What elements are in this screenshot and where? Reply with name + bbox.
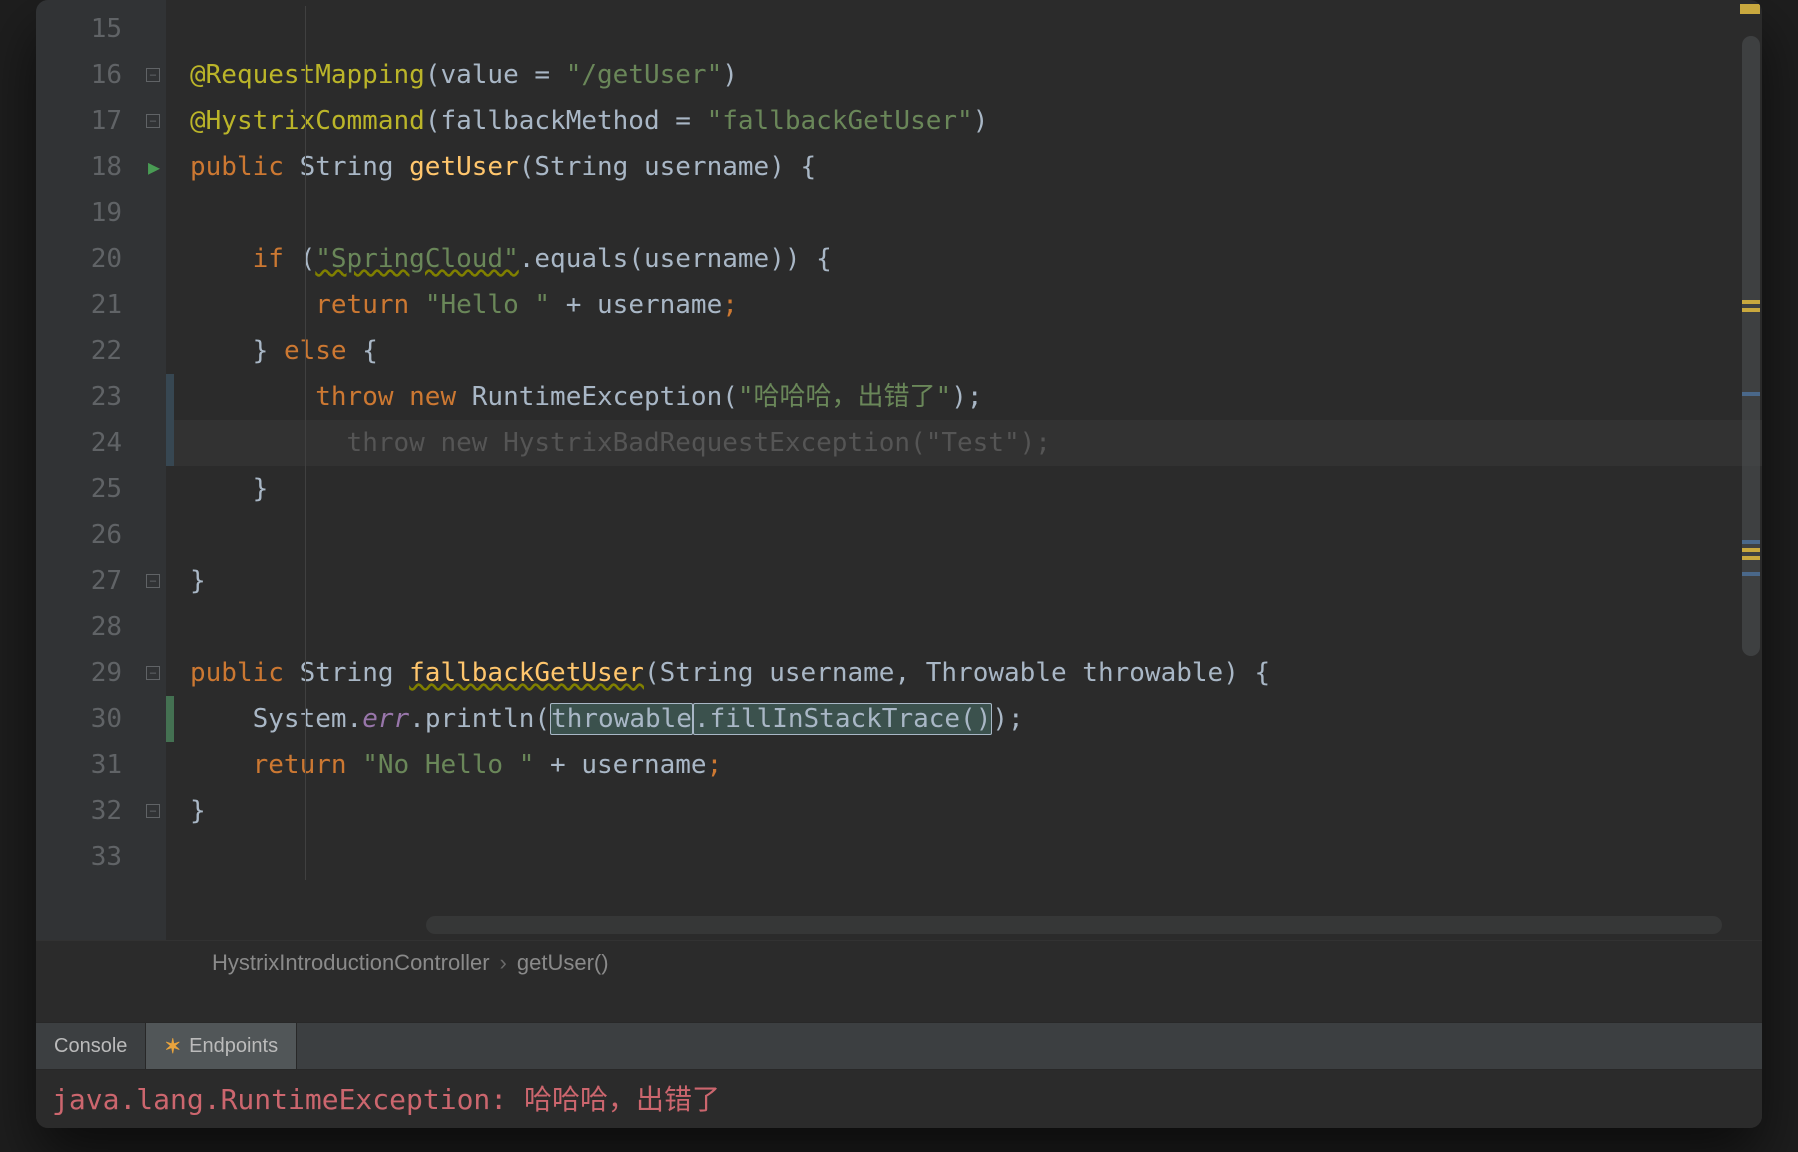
fold-icon[interactable]: − [146, 574, 160, 588]
console-output[interactable]: java.lang.RuntimeException: 哈哈哈，出错了 [36, 1070, 1762, 1128]
code-line[interactable]: if ("SpringCloud".equals(username)) { [166, 236, 1762, 282]
warning-marker[interactable] [1742, 308, 1760, 312]
code-line[interactable] [166, 604, 1762, 650]
line-number[interactable]: 16− [36, 52, 166, 98]
code-editor[interactable]: 15 16− 17− 18▶ 19 20 21 22 23 24 25 26 2… [36, 0, 1762, 940]
code-line[interactable]: return "Hello " + username; [166, 282, 1762, 328]
code-line[interactable] [166, 834, 1762, 880]
ide-window: 15 16− 17− 18▶ 19 20 21 22 23 24 25 26 2… [36, 0, 1762, 1128]
line-number[interactable]: 25 [36, 466, 166, 512]
code-line[interactable]: public String getUser(String username) { [166, 144, 1762, 190]
gutter: 15 16− 17− 18▶ 19 20 21 22 23 24 25 26 2… [36, 0, 166, 940]
line-number[interactable]: 30 [36, 696, 166, 742]
line-number[interactable]: 33 [36, 834, 166, 880]
code-area[interactable]: @RequestMapping(value = "/getUser") @Hys… [166, 0, 1762, 940]
line-number[interactable]: 28 [36, 604, 166, 650]
code-line[interactable]: @RequestMapping(value = "/getUser") [166, 52, 1762, 98]
run-gutter-icon[interactable]: ▶ [148, 144, 160, 190]
change-marker [166, 420, 174, 466]
breadcrumb-item[interactable]: HystrixIntroductionController [212, 950, 490, 976]
error-stripe[interactable] [1738, 0, 1762, 940]
change-marker [166, 696, 174, 742]
line-number[interactable]: 29− [36, 650, 166, 696]
line-number[interactable]: 32− [36, 788, 166, 834]
line-number[interactable]: 31 [36, 742, 166, 788]
code-line[interactable]: System.err.println(throwable.fillInStack… [166, 696, 1762, 742]
breadcrumb[interactable]: HystrixIntroductionController › getUser(… [36, 940, 1762, 984]
breadcrumb-item[interactable]: getUser() [517, 950, 609, 976]
horizontal-scrollbar[interactable] [426, 916, 1722, 934]
panel-gap [36, 984, 1762, 1022]
code-line[interactable] [166, 512, 1762, 558]
code-line[interactable]: } [166, 788, 1762, 834]
line-number[interactable]: 19 [36, 190, 166, 236]
chevron-right-icon: › [500, 950, 507, 976]
fold-icon[interactable]: − [146, 114, 160, 128]
code-line-current[interactable]: throw new HystrixBadRequestException("Te… [166, 420, 1762, 466]
code-line[interactable]: } [166, 466, 1762, 512]
code-line[interactable]: } else { [166, 328, 1762, 374]
code-line[interactable]: } [166, 558, 1762, 604]
code-line[interactable]: throw new RuntimeException("哈哈哈，出错了"); [166, 374, 1762, 420]
fold-icon[interactable]: − [146, 666, 160, 680]
code-line[interactable]: public String fallbackGetUser(String use… [166, 650, 1762, 696]
endpoints-icon: ✶ [164, 1034, 181, 1059]
line-number[interactable]: 26 [36, 512, 166, 558]
edit-marker[interactable] [1742, 540, 1760, 544]
warning-marker[interactable] [1742, 548, 1760, 552]
line-number[interactable]: 23 [36, 374, 166, 420]
line-number[interactable]: 24 [36, 420, 166, 466]
console-error-line: java.lang.RuntimeException: 哈哈哈，出错了 [52, 1078, 1746, 1118]
code-line[interactable]: return "No Hello " + username; [166, 742, 1762, 788]
code-line[interactable] [166, 190, 1762, 236]
tool-window-tabs: Console ✶ Endpoints [36, 1022, 1762, 1070]
line-number[interactable]: 27− [36, 558, 166, 604]
line-number[interactable]: 15 [36, 6, 166, 52]
line-number[interactable]: 17− [36, 98, 166, 144]
line-number[interactable]: 18▶ [36, 144, 166, 190]
edit-marker[interactable] [1742, 572, 1760, 576]
fold-icon[interactable]: − [146, 68, 160, 82]
fold-guide [304, 6, 307, 940]
line-number[interactable]: 22 [36, 328, 166, 374]
warning-marker[interactable] [1742, 556, 1760, 560]
fold-icon[interactable]: − [146, 804, 160, 818]
line-number[interactable]: 20 [36, 236, 166, 282]
tab-console[interactable]: Console [36, 1023, 146, 1069]
code-line[interactable] [166, 6, 1762, 52]
warning-marker[interactable] [1742, 300, 1760, 304]
tab-endpoints[interactable]: ✶ Endpoints [146, 1023, 297, 1069]
code-line[interactable]: @HystrixCommand(fallbackMethod = "fallba… [166, 98, 1762, 144]
edit-marker[interactable] [1742, 392, 1760, 396]
change-marker [166, 374, 174, 420]
line-number[interactable]: 21 [36, 282, 166, 328]
analysis-status-icon[interactable] [1740, 4, 1760, 14]
